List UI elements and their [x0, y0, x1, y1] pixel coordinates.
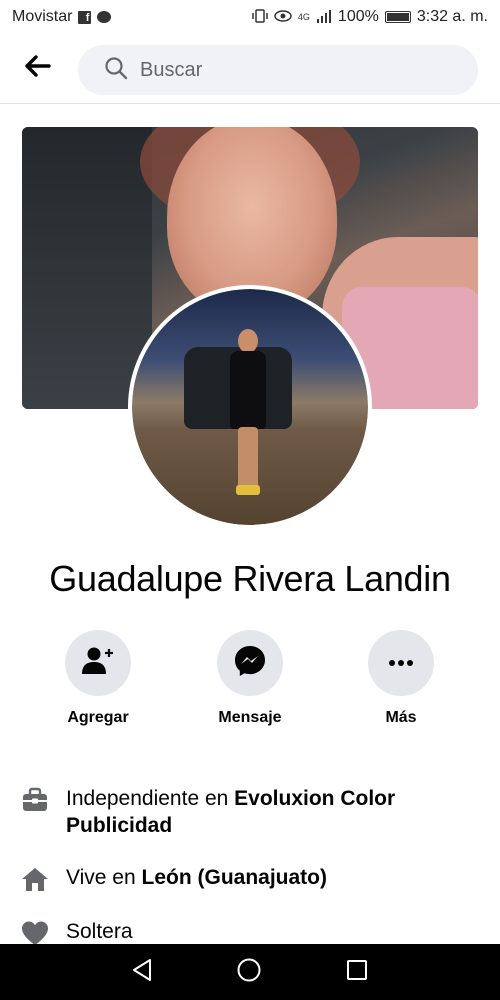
profile-actions: Agregar Mensaje Más [0, 630, 500, 730]
work-prefix: Independiente en [66, 787, 235, 810]
circle-home-icon [236, 958, 262, 987]
search-bar[interactable] [78, 45, 478, 95]
system-nav-bar [0, 944, 500, 1000]
triangle-back-icon [131, 958, 153, 986]
battery-icon [384, 11, 411, 23]
nav-recents-button[interactable] [345, 958, 369, 987]
lives-row: Vive en León (Guanajuato) [20, 864, 480, 894]
add-friend-circle[interactable] [65, 630, 131, 696]
briefcase-icon [20, 785, 50, 815]
battery-percent: 100% [337, 8, 379, 25]
add-friend-icon [81, 646, 115, 681]
back-button[interactable] [0, 34, 76, 104]
network-type-label: 4G [297, 12, 310, 22]
back-arrow-icon [25, 55, 51, 82]
lives-place-link[interactable]: León (Guanajuato) [142, 866, 328, 889]
nav-home-button[interactable] [236, 957, 262, 988]
facebook-notification-icon: f [78, 10, 92, 24]
more-label: Más [385, 709, 417, 726]
add-friend-button[interactable]: Agregar [43, 630, 153, 727]
relationship-text: Soltera [66, 920, 133, 943]
work-text: Independiente en Evoluxion Color Publici… [66, 785, 480, 839]
profile-picture[interactable] [128, 285, 372, 529]
search-input[interactable] [140, 58, 440, 82]
carrier-label: Movistar [12, 8, 73, 25]
more-icon [388, 654, 414, 672]
status-left: Movistar f [12, 8, 112, 26]
vibrate-icon [252, 8, 268, 26]
add-friend-label: Agregar [67, 709, 129, 726]
search-header [0, 34, 500, 104]
profile-name: Guadalupe Rivera Landin [49, 558, 451, 599]
square-recents-icon [345, 959, 369, 986]
home-icon [20, 864, 50, 894]
message-circle[interactable] [217, 630, 283, 696]
more-circle[interactable] [368, 630, 434, 696]
message-notification-icon [97, 11, 112, 23]
more-button[interactable]: Más [346, 630, 456, 727]
message-button[interactable]: Mensaje [195, 630, 305, 727]
cover-background [22, 127, 152, 409]
profile-picture-person [228, 329, 268, 499]
work-row: Independiente en Evoluxion Color Publici… [20, 785, 480, 839]
message-label: Mensaje [218, 709, 282, 726]
messenger-icon [233, 644, 267, 683]
signal-icon [316, 9, 332, 26]
lives-text: Vive en León (Guanajuato) [66, 864, 327, 891]
eye-icon [274, 9, 292, 25]
profile-picture-image [132, 289, 368, 525]
search-icon [104, 56, 128, 85]
status-bar: Movistar f 4G 100% 3:32 a. m. [0, 0, 500, 34]
status-right: 4G 100% 3:32 a. m. [252, 8, 488, 26]
clock: 3:32 a. m. [416, 8, 488, 25]
lives-prefix: Vive en [66, 866, 142, 889]
nav-back-button[interactable] [131, 958, 153, 987]
